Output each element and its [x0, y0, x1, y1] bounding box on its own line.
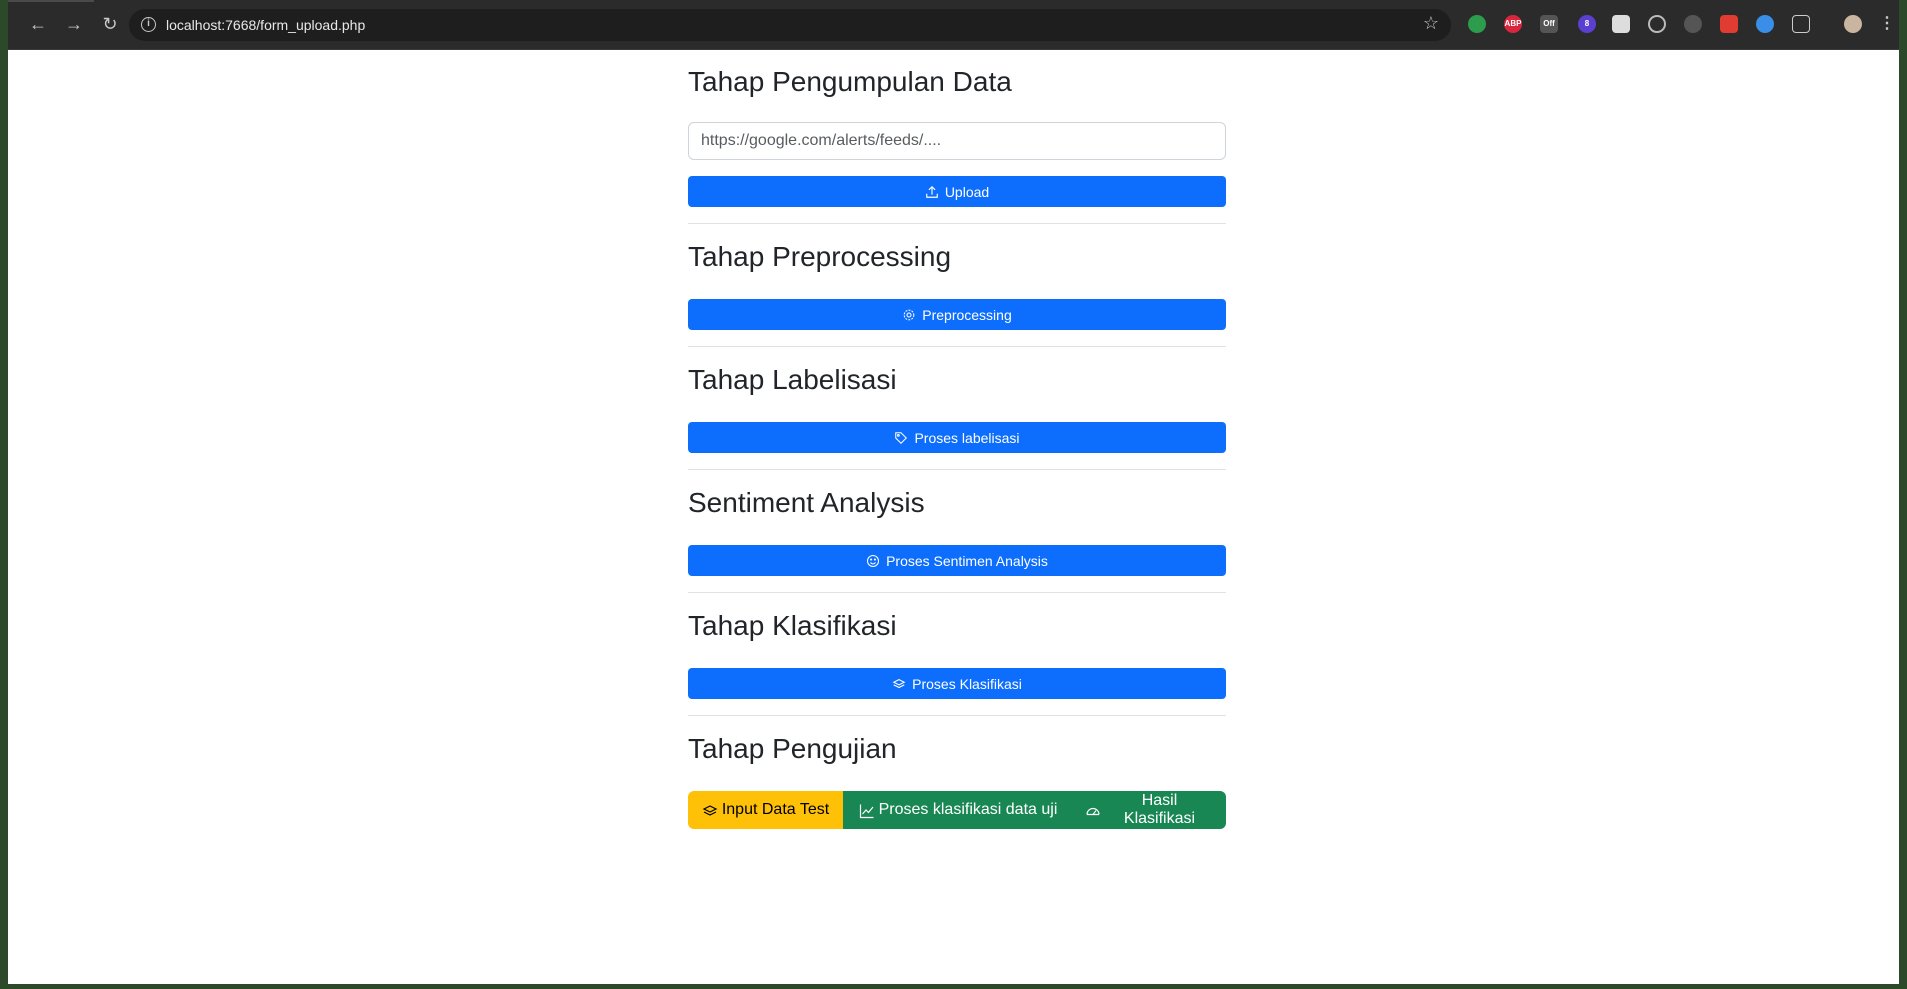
speedometer-icon: [1085, 803, 1100, 817]
testing-section: Tahap Pengujian Input Data Test Proses k…: [688, 716, 1226, 829]
extension-off-icon[interactable]: Off: [1540, 15, 1558, 33]
layers-icon: [892, 677, 906, 691]
sentiment-button[interactable]: Proses Sentimen Analysis: [688, 545, 1226, 576]
classification-title: Tahap Klasifikasi: [688, 610, 897, 641]
collection-title: Tahap Pengumpulan Data: [688, 66, 1012, 97]
gear-icon: [902, 308, 916, 322]
extensions-puzzle-icon[interactable]: [1792, 15, 1810, 33]
process-test-classification-label: Proses klasifikasi data uji: [878, 801, 1058, 818]
upload-icon: [925, 185, 939, 199]
upload-button[interactable]: Upload: [688, 176, 1226, 207]
browser-toolbar: ← → ↻ i localhost:7668/form_upload.php ☆…: [8, 0, 1899, 50]
testing-button-group: Input Data Test Proses klasifikasi data …: [688, 791, 1226, 829]
classification-button-label: Proses Klasifikasi: [912, 675, 1022, 692]
testing-title: Tahap Pengujian: [688, 733, 897, 764]
labeling-title: Tahap Labelisasi: [688, 364, 897, 395]
preprocessing-section: Tahap Preprocessing Preprocessing: [688, 224, 1226, 347]
extension-green-icon[interactable]: [1468, 15, 1486, 33]
reload-icon[interactable]: ↻: [98, 12, 122, 36]
sentiment-section: Sentiment Analysis Proses Sentimen Analy…: [688, 470, 1226, 593]
back-icon[interactable]: ←: [26, 12, 50, 36]
tag-icon: [894, 431, 908, 445]
line-chart-icon: [859, 803, 874, 819]
main-content: Tahap Pengumpulan Data Upload Tahap Prep…: [688, 49, 1226, 829]
input-data-test-button[interactable]: Input Data Test: [688, 791, 843, 829]
classification-button[interactable]: Proses Klasifikasi: [688, 668, 1226, 699]
smile-icon: [866, 554, 880, 568]
labeling-button[interactable]: Proses labelisasi: [688, 422, 1226, 453]
tab-strip: [8, 0, 94, 2]
site-info-icon[interactable]: i: [141, 17, 156, 32]
adblock-icon[interactable]: ABP: [1504, 15, 1522, 33]
terminal-extension-icon[interactable]: [1612, 15, 1630, 33]
extension-blue-icon[interactable]: [1756, 15, 1774, 33]
profile-avatar[interactable]: [1844, 15, 1862, 33]
process-test-classification-button[interactable]: Proses klasifikasi data uji: [843, 791, 1073, 829]
target-extension-icon[interactable]: [1648, 15, 1666, 33]
address-url[interactable]: localhost:7668/form_upload.php: [166, 17, 365, 33]
address-bar[interactable]: i localhost:7668/form_upload.php ☆: [129, 9, 1451, 41]
preprocessing-button-label: Preprocessing: [922, 306, 1012, 323]
labeling-button-label: Proses labelisasi: [914, 429, 1020, 446]
browser-menu-icon[interactable]: ⋮: [1878, 15, 1896, 33]
input-data-test-label: Input Data Test: [721, 801, 830, 818]
classification-section: Tahap Klasifikasi Proses Klasifikasi: [688, 593, 1226, 716]
bookmark-star-icon[interactable]: ☆: [1423, 13, 1439, 34]
upload-button-label: Upload: [944, 183, 990, 200]
labeling-section: Tahap Labelisasi Proses labelisasi: [688, 347, 1226, 470]
preprocessing-title: Tahap Preprocessing: [688, 241, 952, 272]
classification-result-button[interactable]: Hasil Klasifikasi: [1073, 791, 1226, 829]
sentiment-title: Sentiment Analysis: [688, 487, 925, 518]
layers-icon: [702, 803, 718, 817]
feed-url-input[interactable]: [688, 122, 1226, 160]
sentiment-button-label: Proses Sentimen Analysis: [886, 552, 1048, 569]
extension-gray-icon[interactable]: [1684, 15, 1702, 33]
extension-red-icon[interactable]: [1720, 15, 1738, 33]
preprocessing-button[interactable]: Preprocessing: [688, 299, 1226, 330]
classification-result-label: Hasil Klasifikasi: [1123, 792, 1196, 827]
extension-badge-icon[interactable]: 8: [1578, 15, 1596, 33]
forward-icon[interactable]: →: [62, 12, 86, 36]
collection-section: Tahap Pengumpulan Data Upload: [688, 49, 1226, 224]
browser-window: ← → ↻ i localhost:7668/form_upload.php ☆…: [8, 0, 1899, 984]
